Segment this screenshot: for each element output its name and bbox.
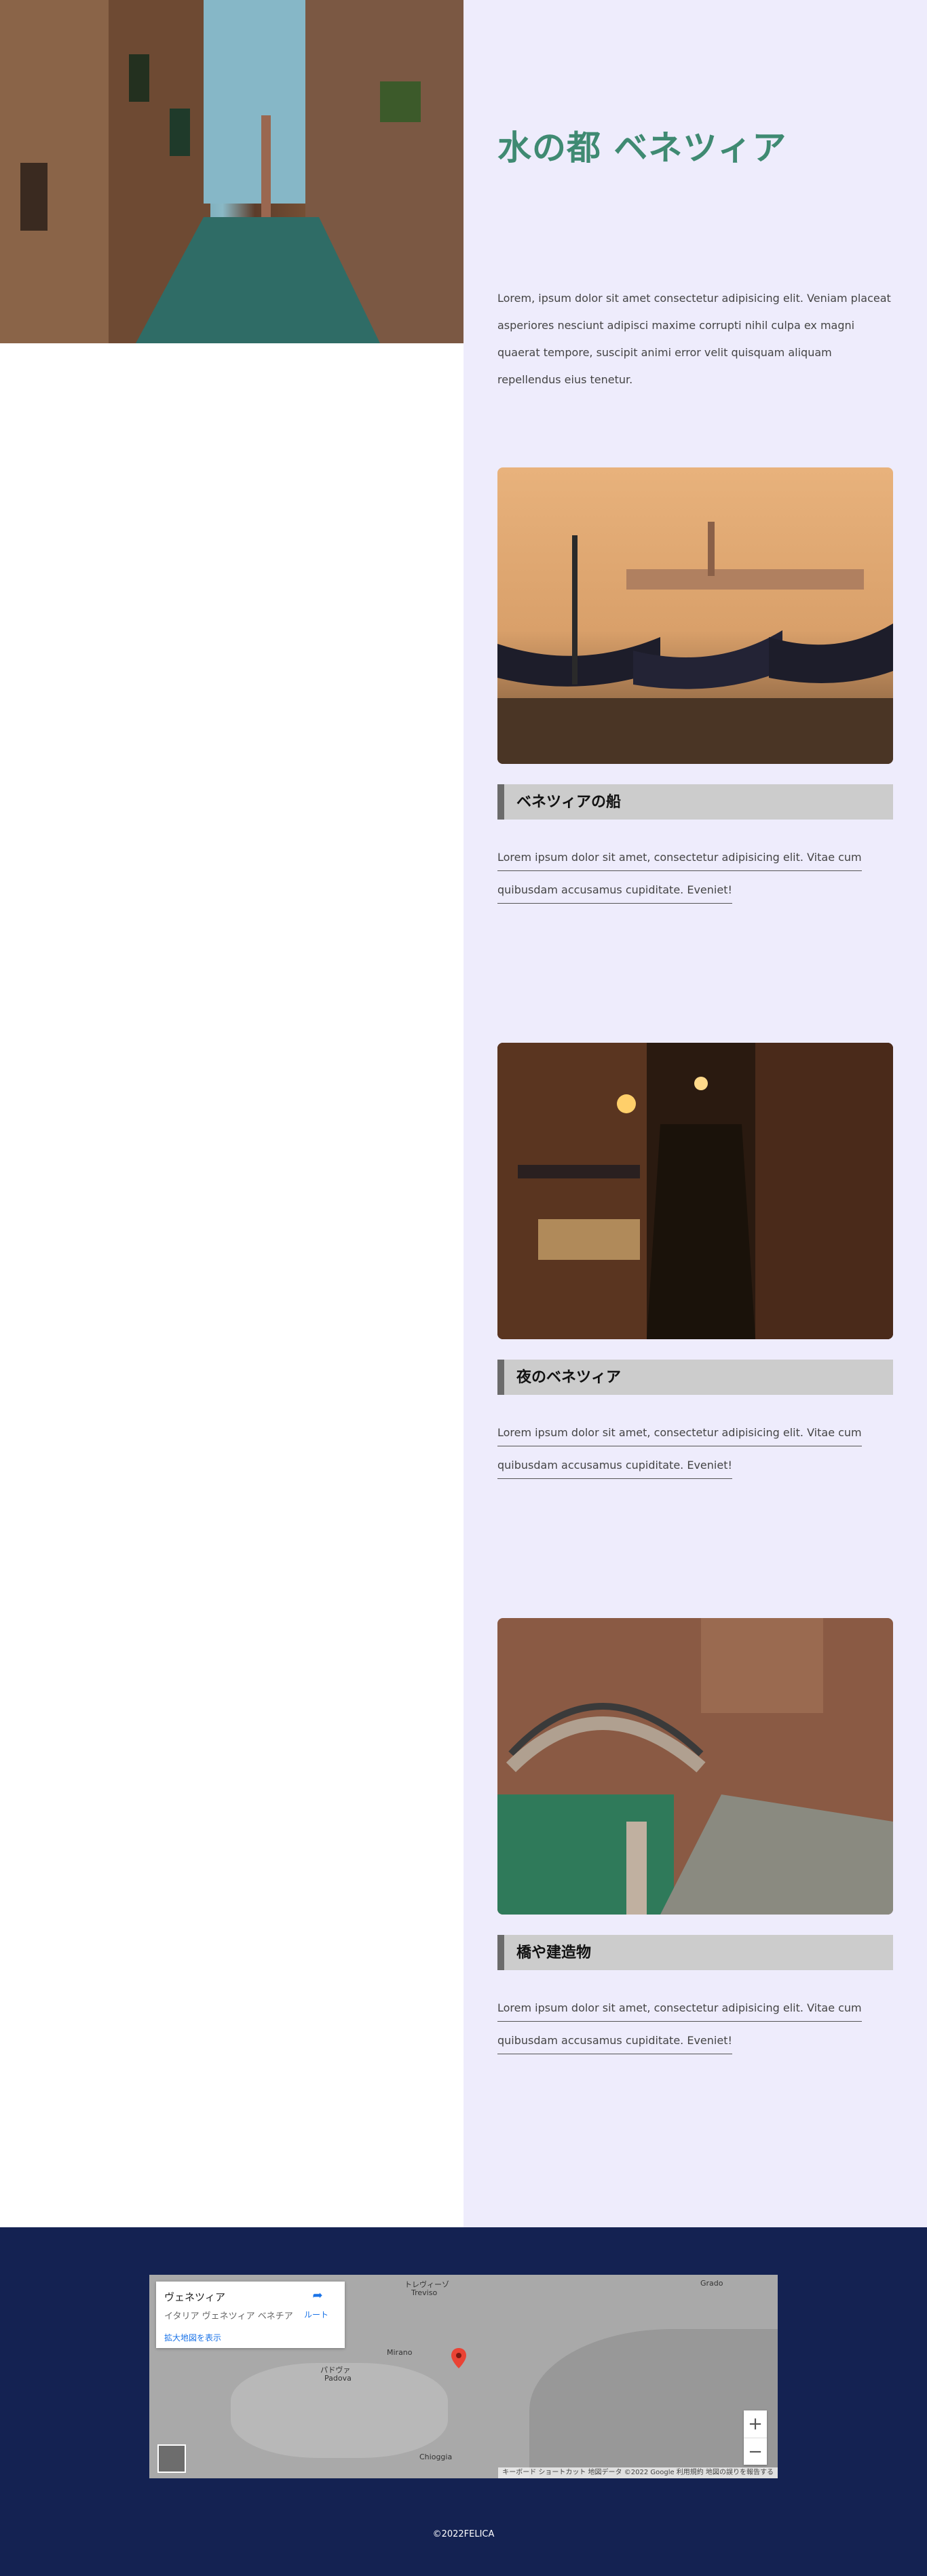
intro-text: Lorem, ipsum dolor sit amet consectetur …: [497, 292, 891, 386]
page-title: 水の都 ベネツィア: [497, 128, 787, 168]
card-text-boats-content: Lorem ipsum dolor sit amet, consectetur …: [497, 851, 862, 904]
map-zoom-control: + −: [744, 2410, 767, 2465]
zoom-out-button[interactable]: −: [744, 2438, 767, 2465]
map-attribution[interactable]: キーボード ショートカット 地図データ ©2022 Google 利用規約 地図…: [498, 2467, 778, 2478]
map-address: イタリア ヴェネツィア ベネチア: [164, 2311, 293, 2322]
map-place-name: ヴェネツィア: [164, 2291, 226, 2303]
bridge-photo: [497, 1618, 893, 1915]
city-label: Grado: [700, 2279, 723, 2288]
embedded-map[interactable]: トレヴィーゾ Treviso パドヴァ Padova Mirano Chiogg…: [149, 2275, 778, 2478]
city-label: Chioggia: [419, 2453, 453, 2461]
card-heading-bridges: 橋や建造物: [497, 1935, 893, 1970]
view-larger-map-link[interactable]: 拡大地図を表示: [164, 2332, 221, 2343]
map-sea: [529, 2329, 778, 2478]
directions-link[interactable]: ルート: [304, 2309, 328, 2320]
card-heading-night: 夜のベネツィア: [497, 1360, 893, 1395]
city-label: Mirano: [387, 2348, 413, 2357]
card-text-boats: Lorem ipsum dolor sit amet, consectetur …: [497, 841, 893, 906]
map-marker-icon[interactable]: [451, 2348, 466, 2368]
card-text-night-content: Lorem ipsum dolor sit amet, consectetur …: [497, 1426, 862, 1479]
map-place-card: ヴェネツィア イタリア ヴェネツィア ベネチア 拡大地図を表示 ➦ ルート: [156, 2282, 345, 2348]
map-layer-toggle[interactable]: [157, 2444, 186, 2473]
hero-canal-photo: [0, 0, 463, 343]
night-venice-photo: [497, 1043, 893, 1339]
directions-icon[interactable]: ➦: [311, 2288, 324, 2303]
copyright-text: ©2022FELICA: [432, 2529, 495, 2539]
city-label: Padova: [324, 2374, 352, 2383]
card-text-bridges: Lorem ipsum dolor sit amet, consectetur …: [497, 1992, 893, 2057]
card-text-bridges-content: Lorem ipsum dolor sit amet, consectetur …: [497, 2001, 862, 2054]
gondola-photo: [497, 467, 893, 764]
zoom-in-button[interactable]: +: [744, 2410, 767, 2438]
card-heading-boats: ベネツィアの船: [497, 784, 893, 820]
city-label: Treviso: [411, 2288, 438, 2297]
card-text-night: Lorem ipsum dolor sit amet, consectetur …: [497, 1417, 893, 1482]
